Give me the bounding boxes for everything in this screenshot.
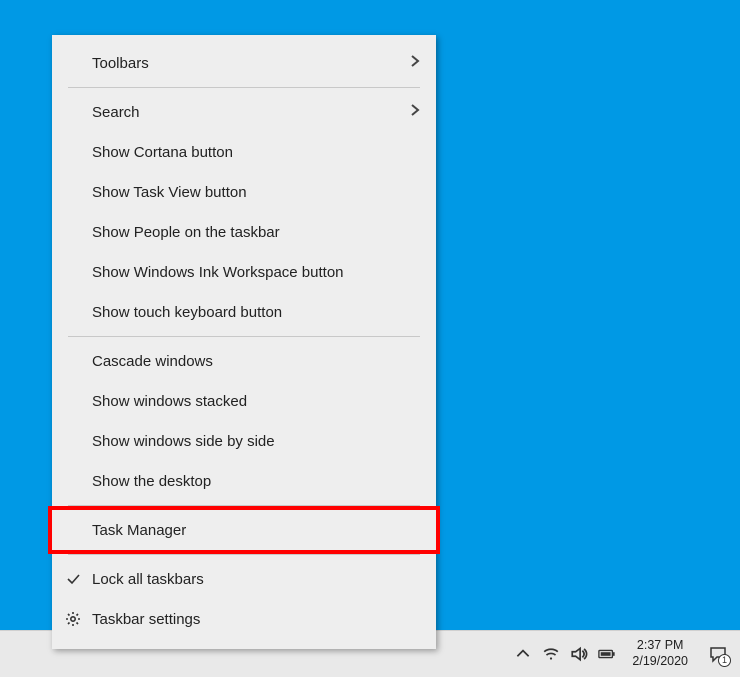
menu-item-toolbars[interactable]: Toolbars — [52, 43, 436, 83]
menu-item-show-taskview[interactable]: Show Task View button — [52, 172, 436, 212]
menu-item-label: Toolbars — [92, 55, 404, 72]
chevron-right-icon — [404, 103, 420, 121]
clock-date: 2/19/2020 — [632, 654, 688, 670]
system-tray: 2:37 PM 2/19/2020 1 — [514, 638, 740, 669]
menu-item-show-cortana[interactable]: Show Cortana button — [52, 132, 436, 172]
wifi-icon[interactable] — [542, 645, 560, 663]
menu-item-cascade[interactable]: Cascade windows — [52, 341, 436, 381]
menu-item-show-touchkb[interactable]: Show touch keyboard button — [52, 292, 436, 332]
menu-item-label: Show windows side by side — [92, 433, 420, 450]
menu-item-label: Cascade windows — [92, 353, 420, 370]
menu-separator — [68, 554, 420, 555]
menu-item-label: Show Windows Ink Workspace button — [92, 264, 420, 281]
menu-item-label: Show People on the taskbar — [92, 224, 420, 241]
notification-badge: 1 — [718, 654, 731, 667]
menu-item-label: Show the desktop — [92, 473, 420, 490]
menu-item-label: Show windows stacked — [92, 393, 420, 410]
menu-item-label: Show Task View button — [92, 184, 420, 201]
taskbar-context-menu: Toolbars Search Show Cortana button Show Ta… — [52, 35, 436, 649]
menu-separator — [68, 87, 420, 88]
menu-item-search[interactable]: Search — [52, 92, 436, 132]
menu-item-show-ink[interactable]: Show Windows Ink Workspace button — [52, 252, 436, 292]
menu-item-label: Show Cortana button — [92, 144, 420, 161]
volume-icon[interactable] — [570, 645, 588, 663]
menu-item-show-desktop[interactable]: Show the desktop — [52, 461, 436, 501]
menu-item-show-people[interactable]: Show People on the taskbar — [52, 212, 436, 252]
menu-item-stacked[interactable]: Show windows stacked — [52, 381, 436, 421]
menu-item-task-manager[interactable]: Task Manager — [52, 510, 436, 550]
gear-icon — [64, 610, 82, 628]
tray-overflow-icon[interactable] — [514, 645, 532, 663]
menu-item-sidebyside[interactable]: Show windows side by side — [52, 421, 436, 461]
menu-item-label: Show touch keyboard button — [92, 304, 420, 321]
menu-separator — [68, 336, 420, 337]
menu-item-label: Taskbar settings — [92, 611, 420, 628]
menu-separator — [68, 505, 420, 506]
menu-item-label: Lock all taskbars — [92, 571, 420, 588]
menu-item-taskbar-settings[interactable]: Taskbar settings — [52, 599, 436, 639]
menu-item-label: Task Manager — [92, 522, 420, 539]
chevron-right-icon — [404, 54, 420, 72]
check-icon — [64, 570, 82, 588]
taskbar-clock[interactable]: 2:37 PM 2/19/2020 — [626, 638, 694, 669]
action-center-icon[interactable]: 1 — [704, 640, 732, 668]
menu-item-label: Search — [92, 104, 404, 121]
menu-item-lock-taskbars[interactable]: Lock all taskbars — [52, 559, 436, 599]
battery-icon[interactable] — [598, 645, 616, 663]
clock-time: 2:37 PM — [632, 638, 688, 654]
